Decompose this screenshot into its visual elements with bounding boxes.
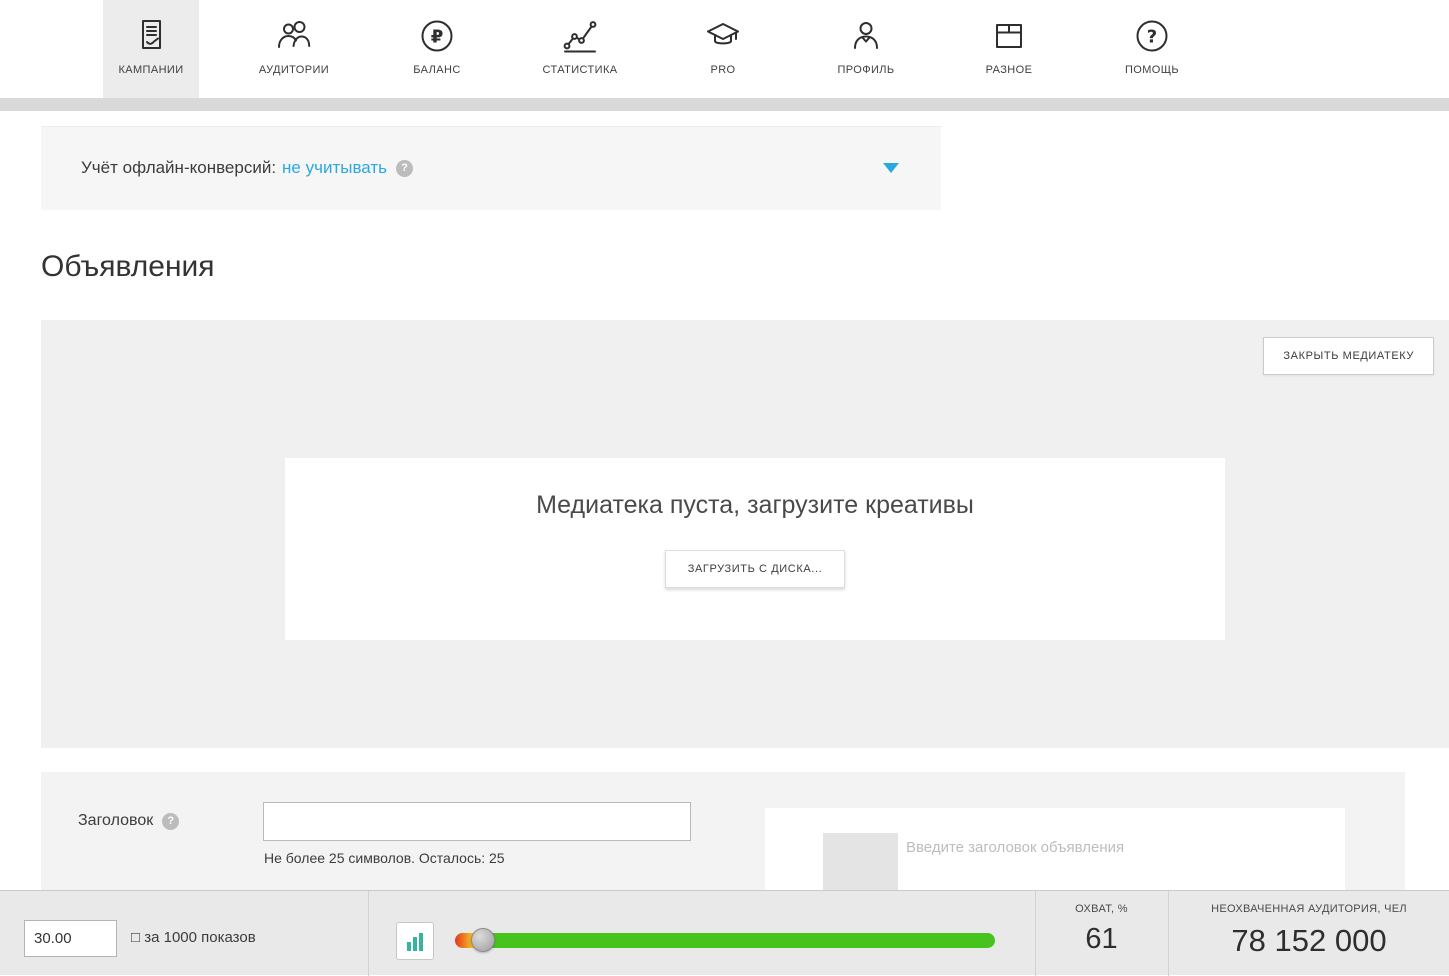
bar-chart-icon[interactable] [396, 922, 434, 960]
nav-label: БАЛАНС [413, 64, 460, 76]
offline-conversions-panel: Учёт офлайн-конверсий: не учитывать ? [41, 111, 941, 210]
preview-title-placeholder: Введите заголовок объявления [906, 839, 1124, 856]
price-slider[interactable] [455, 933, 995, 948]
audiences-icon [272, 14, 316, 58]
ad-title-input[interactable] [263, 802, 691, 841]
price-input[interactable] [24, 920, 117, 957]
divider [368, 891, 369, 976]
unreached-audience-stat-block: НЕОХВАЧЕННАЯ АУДИТОРИЯ, ЧЕЛ 78 152 000 [1169, 891, 1449, 976]
nav-label: КАМПАНИИ [118, 64, 183, 76]
nav-label: АУДИТОРИИ [259, 64, 329, 76]
price-footer-bar: □ за 1000 показов ОХВАТ, % 61 НЕОХВАЧЕНН… [0, 890, 1449, 975]
nav-item-misc[interactable]: РАЗНОЕ [961, 0, 1057, 98]
nav-label: СТАТИСТИКА [543, 64, 618, 76]
svg-text:₽: ₽ [431, 27, 444, 48]
top-navigation: КАМПАНИИ АУДИТОРИИ ₽ БАЛАНС [0, 0, 1449, 98]
media-library-empty-box: Медиатека пуста, загрузите креативы ЗАГР… [285, 458, 1225, 640]
nav-label: ПОМОЩЬ [1125, 64, 1179, 76]
nav-item-campaigns[interactable]: КАМПАНИИ [103, 0, 199, 98]
nav-shadow-band [0, 98, 1449, 111]
help-icon: ? [1131, 14, 1173, 58]
price-per-impressions-label: □ за 1000 показов [131, 929, 256, 946]
chart-bar [413, 937, 417, 951]
profile-icon [845, 14, 887, 58]
misc-icon [988, 14, 1030, 58]
nav-label: PRO [710, 64, 735, 76]
page-title: Объявления [41, 250, 215, 284]
slider-handle[interactable] [471, 928, 495, 952]
reach-stat-block: ОХВАТ, % 61 [1036, 891, 1167, 976]
nav-label: РАЗНОЕ [986, 64, 1033, 76]
chevron-down-icon[interactable] [883, 163, 899, 173]
nav-item-balance[interactable]: ₽ БАЛАНС [389, 0, 485, 98]
pro-icon [701, 14, 745, 58]
reach-value: 61 [1036, 923, 1167, 956]
chart-bar [419, 933, 423, 951]
media-library-empty-text: Медиатека пуста, загрузите креативы [536, 491, 974, 520]
balance-icon: ₽ [416, 14, 458, 58]
nav-item-profile[interactable]: ПРОФИЛЬ [818, 0, 914, 98]
unreached-audience-label: НЕОХВАЧЕННАЯ АУДИТОРИЯ, ЧЕЛ [1169, 903, 1449, 915]
media-library-panel: ЗАКРЫТЬ МЕДИАТЕКУ Медиатека пуста, загру… [41, 320, 1449, 748]
offline-conversions-label: Учёт офлайн-конверсий: [81, 158, 276, 178]
reach-label: ОХВАТ, % [1036, 903, 1167, 915]
unreached-audience-value: 78 152 000 [1169, 923, 1449, 959]
statistics-icon [558, 14, 602, 58]
upload-from-disk-button[interactable]: ЗАГРУЗИТЬ С ДИСКА... [665, 550, 846, 588]
nav-item-help[interactable]: ? ПОМОЩЬ [1104, 0, 1200, 98]
offline-conversions-value-link[interactable]: не учитывать [282, 158, 387, 178]
nav-item-statistics[interactable]: СТАТИСТИКА [532, 0, 628, 98]
nav-label: ПРОФИЛЬ [837, 64, 894, 76]
char-limit-hint: Не более 25 символов. Осталось: 25 [264, 850, 505, 866]
campaigns-icon [130, 14, 172, 58]
question-icon[interactable]: ? [162, 813, 179, 830]
panel-top-strip [41, 111, 941, 127]
offline-conversions-row: Учёт офлайн-конверсий: не учитывать ? [41, 127, 941, 209]
close-media-library-button[interactable]: ЗАКРЫТЬ МЕДИАТЕКУ [1263, 337, 1434, 375]
nav-item-audiences[interactable]: АУДИТОРИИ [246, 0, 342, 98]
title-label-row: Заголовок ? [78, 812, 179, 830]
title-label: Заголовок [78, 812, 153, 830]
question-icon[interactable]: ? [396, 160, 413, 177]
svg-text:?: ? [1147, 27, 1157, 48]
chart-bar [407, 942, 411, 951]
nav-item-pro[interactable]: PRO [675, 0, 771, 98]
